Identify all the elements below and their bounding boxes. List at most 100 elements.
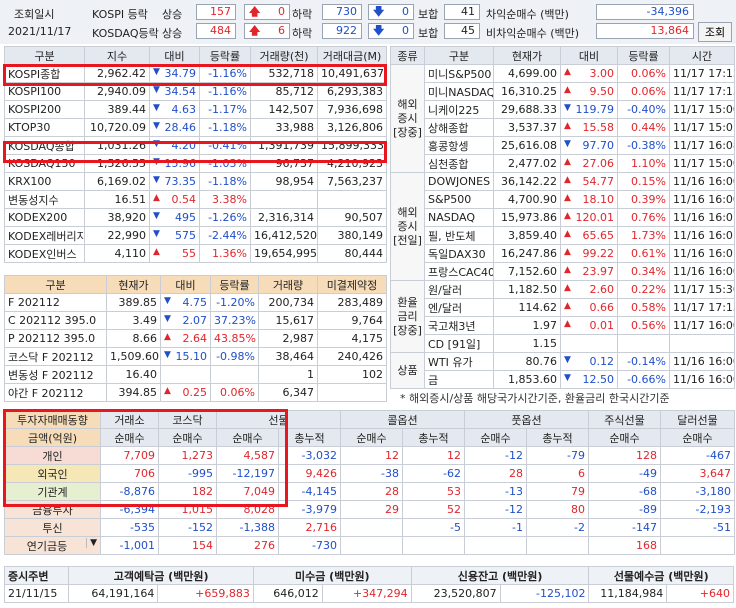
investor-col-header: 코스닥	[158, 410, 217, 429]
world-row[interactable]: 필, 반도체3,859.4065.651.73%11/16 16:01	[391, 226, 735, 245]
world-row[interactable]: 상품WTI 유가80.760.12-0.14%11/16 16:00	[390, 352, 735, 389]
kosdaq-rise: 484	[196, 23, 236, 39]
investor-cell: -89	[588, 500, 661, 519]
index-row[interactable]: KOSPI200389.444.63-1.17%142,5077,936,698	[4, 100, 387, 119]
futures-name: 변동성 F 202112	[4, 365, 107, 384]
world-price: 29,688.33	[493, 100, 561, 119]
investor-cell: 28	[464, 464, 527, 483]
investor-row[interactable]: 외국인 706 -995 -12,197 9,426 -38 -62 28 6 -49 3,647	[4, 464, 735, 483]
investor-cell: -3,032	[278, 446, 341, 465]
futures-col-header: 등락률	[210, 275, 259, 294]
world-change: 0.12	[560, 352, 618, 371]
futures-row[interactable]: P 202112 395.08.662.6443.85%2,9874,175	[4, 329, 387, 348]
world-row[interactable]: 국고채3년1.970.010.56%11/17 16:00	[391, 316, 735, 335]
investor-name: 연기금등 ▼	[4, 536, 101, 555]
footer-date: 21/11/15	[3, 584, 70, 603]
investor-cell: -1,001	[100, 536, 159, 555]
query-date[interactable]: 2021/11/17	[8, 25, 71, 38]
investor-row[interactable]: 투신 -535 -152 -1,388 2,716 -5 -1 -2 -147 -51	[4, 518, 735, 537]
world-rate: 1.10%	[617, 154, 670, 173]
chevron-down-icon[interactable]: ▼	[86, 537, 97, 548]
index-row[interactable]: KOSPI1002,940.0934.54-1.16%85,7126,293,3…	[4, 82, 387, 101]
world-row[interactable]: 해외 증시 [전일]DOWJONES36,142.2254.770.15%11/…	[390, 172, 735, 281]
futures-row[interactable]: F 202112389.854.75-1.20%200,734283,489	[4, 293, 387, 312]
kospi-rise: 157	[196, 4, 236, 20]
index-row[interactable]: KOSPI종합2,962.4234.79-1.16%532,71810,491,…	[4, 64, 387, 83]
receivable-value: 646,012	[252, 584, 323, 603]
deposit-change: +659,883	[157, 584, 254, 603]
investor-cell: -147	[588, 518, 661, 537]
world-row[interactable]: S&P5004,700.9018.100.39%11/16 16:00	[391, 190, 735, 209]
index-value: 2,962.42	[84, 64, 150, 83]
world-row[interactable]: 엔/달러114.620.660.58%11/17 17:13	[391, 298, 735, 317]
world-time: 11/17 15:00	[669, 100, 735, 119]
investor-name: 투신	[4, 518, 101, 537]
world-price: 3,859.40	[493, 226, 561, 245]
index-row[interactable]: KOSDAQ1501,526.5515.96-1.03%96,7374,210,…	[4, 154, 387, 173]
investor-row[interactable]: 연기금등 ▼ -1,001 154 276 -730 168	[4, 536, 735, 555]
index-row[interactable]: KOSDAQ종합1,031.264.20-0.41%1,391,73915,89…	[4, 136, 387, 155]
futures-row[interactable]: C 202112 395.03.492.0737.23%15,6179,764	[4, 311, 387, 330]
futures-row[interactable]: 코스닥 F 2021121,509.6015.10-0.98%38,464240…	[4, 347, 387, 366]
world-row[interactable]: 해외 증시 [장중]미니S&P5004,699.003.000.06%11/17…	[390, 64, 735, 173]
index-table: 구분지수대비등락률거래량(천)거래대금(M) KOSPI종합2,962.4234…	[4, 46, 387, 263]
futures-open-interest: 4,175	[317, 329, 387, 348]
world-group-label: 해외 증시 [장중]	[390, 64, 425, 173]
market-funds-table: 증시주변 고객예탁금 (백만원) 미수금 (백만원) 신용잔고 (백만원) 선물…	[3, 566, 734, 603]
investor-cell	[340, 536, 403, 555]
world-row[interactable]: 니케이22529,688.33119.79-0.40%11/17 15:00	[391, 100, 735, 119]
index-amount: 90,507	[317, 208, 387, 227]
index-row[interactable]: KRX1006,169.0273.35-1.18%98,9547,563,237	[4, 172, 387, 191]
index-name: KOSPI100	[4, 82, 85, 101]
investor-cell: -12	[464, 446, 527, 465]
index-value: 1,031.26	[84, 136, 150, 155]
index-row[interactable]: 변동성지수16.510.543.38%	[4, 190, 387, 209]
index-row[interactable]: KODEX레버리지22,990575-2.44%16,412,520380,14…	[4, 226, 387, 245]
index-row[interactable]: KODEX인버스4,110551.36%19,654,99580,444	[4, 244, 387, 263]
world-row[interactable]: 심천종합2,477.0227.061.10%11/17 15:00	[391, 154, 735, 173]
deposit-value: 64,191,164	[68, 584, 159, 603]
futures-rate	[210, 365, 259, 384]
world-col-header: 등락률	[617, 46, 670, 65]
index-volume: 532,718	[250, 64, 318, 83]
world-name: 심천종합	[424, 154, 494, 173]
futures-volume: 1	[258, 365, 318, 384]
investor-row[interactable]: 기관계 -8,876 182 7,049 -4,145 28 53 -13 79 -68 -3,18…	[4, 482, 735, 501]
futures-open-interest: 9,764	[317, 311, 387, 330]
index-rate: -2.44%	[199, 226, 251, 245]
index-rate: 3.38%	[199, 190, 251, 209]
investor-cell: 79	[526, 482, 589, 501]
world-row[interactable]: CD [91일] 1.15	[391, 334, 735, 353]
index-rate: 1.36%	[199, 244, 251, 263]
investor-row[interactable]: 금융투자 -6,394 1,015 8,028 -3,979 29 52 -12 80 -89 -2…	[4, 500, 735, 519]
investor-subcol-header: 순매수	[660, 428, 735, 447]
index-row[interactable]: KTOP3010,720.0928.46-1.18%33,9883,126,80…	[4, 118, 387, 137]
index-name: KOSPI200	[4, 100, 85, 119]
world-row[interactable]: 프랑스CAC407,152.6023.970.34%11/16 16:00	[391, 262, 735, 281]
investor-name-text: 개인	[42, 449, 63, 463]
futures-row[interactable]: 변동성 F 202112 16.40 1 102	[4, 365, 387, 384]
world-row[interactable]: 독일DAX3016,247.8699.220.61%11/16 16:01	[391, 244, 735, 263]
index-rate: -1.17%	[199, 100, 251, 119]
query-button[interactable]: 조회	[698, 22, 732, 42]
investor-cell	[526, 536, 589, 555]
kosdaq-flat: 45	[444, 23, 480, 39]
investor-cell	[464, 536, 527, 555]
index-change: 4.63	[149, 100, 200, 119]
world-row[interactable]: 홍콩항셍25,616.0897.70-0.38%11/17 16:08	[391, 136, 735, 155]
investor-cell: 12	[402, 446, 465, 465]
receivable-change: +347,294	[321, 584, 412, 603]
index-row[interactable]: KODEX20038,920495-1.26%2,316,31490,507	[4, 208, 387, 227]
world-row[interactable]: 미니NASDAQ16,310.259.500.06%11/17 17:13	[391, 82, 735, 101]
world-row[interactable]: 상해종합3,537.3715.580.44%11/17 15:01	[391, 118, 735, 137]
world-row[interactable]: NASDAQ15,973.86120.010.76%11/16 16:01	[391, 208, 735, 227]
world-row[interactable]: 환율 금리 [장중]원/달러1,182.502.600.22%11/17 15:…	[390, 280, 735, 353]
futures-row[interactable]: 야간 F 202112394.850.250.06%6,347	[4, 383, 387, 402]
investor-row[interactable]: 개인 7,709 1,273 4,587 -3,032 12 12 -12 -79 128 -467	[4, 446, 735, 465]
flat-label-2: 보합	[418, 27, 439, 40]
futures-open-interest: 102	[317, 365, 387, 384]
nonarb-value: 13,864	[596, 23, 694, 39]
world-row[interactable]: 금1,853.6012.50-0.66%11/16 16:00	[391, 370, 735, 389]
kospi-flat: 41	[444, 4, 480, 20]
world-change: 12.50	[560, 370, 618, 389]
